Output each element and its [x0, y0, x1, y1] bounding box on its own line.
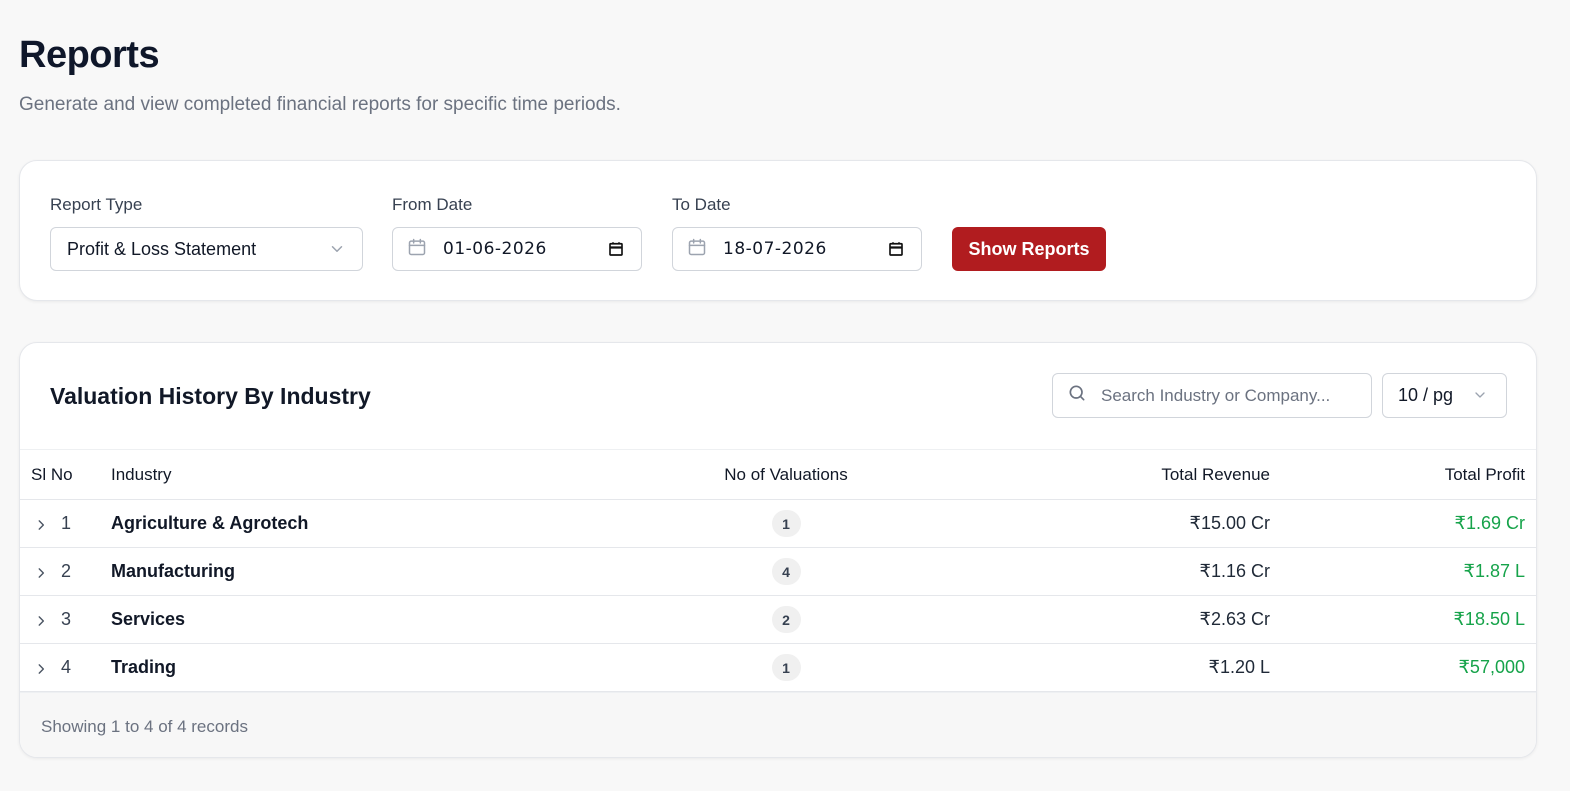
chevron-right-icon[interactable]	[34, 660, 48, 681]
table-row[interactable]: 3 Services 2 ₹2.63 Cr ₹18.50 L	[20, 596, 1536, 644]
records-summary: Showing 1 to 4 of 4 records	[41, 717, 248, 736]
from-date-input[interactable]: 01-06-2026	[392, 227, 642, 271]
row-industry: Agriculture & Agrotech	[111, 513, 309, 533]
search-field[interactable]	[1052, 373, 1372, 418]
chevron-down-icon	[1472, 387, 1488, 408]
count-badge: 4	[771, 558, 801, 585]
chevron-right-icon[interactable]	[34, 612, 48, 633]
page-title: Reports	[19, 34, 160, 76]
table-row[interactable]: 1 Agriculture & Agrotech 1 ₹15.00 Cr ₹1.…	[20, 500, 1536, 548]
chevron-right-icon[interactable]	[34, 516, 48, 537]
table-title: Valuation History By Industry	[50, 383, 371, 409]
page-size-value: 10 / pg	[1398, 385, 1454, 405]
from-date-label: From Date	[392, 195, 473, 214]
row-revenue: ₹15.00 Cr	[1189, 513, 1271, 533]
table-row[interactable]: 2 Manufacturing 4 ₹1.16 Cr ₹1.87 L	[20, 548, 1536, 596]
calendar-icon	[687, 237, 707, 262]
row-profit: ₹1.69 Cr	[1454, 513, 1525, 533]
row-valuations: 1	[640, 644, 932, 691]
col-profit: Total Profit	[1444, 464, 1525, 484]
row-valuations: 1	[640, 500, 932, 547]
row-valuations: 2	[640, 596, 932, 643]
row-sl-no: 2	[61, 561, 72, 581]
row-industry: Trading	[111, 657, 177, 677]
count-badge: 1	[771, 654, 801, 681]
row-valuations: 4	[640, 548, 932, 595]
row-revenue: ₹1.20 L	[1208, 657, 1271, 677]
row-sl-no: 4	[61, 657, 72, 677]
row-industry: Manufacturing	[111, 561, 235, 581]
row-profit: ₹1.87 L	[1463, 561, 1526, 581]
chevron-down-icon	[328, 240, 346, 263]
date-picker-icon[interactable]	[607, 240, 625, 263]
calendar-icon	[407, 237, 427, 262]
page-size-select[interactable]: 10 / pg	[1382, 373, 1507, 418]
count-badge: 1	[771, 510, 801, 537]
table-row[interactable]: 4 Trading 1 ₹1.20 L ₹57,000	[20, 644, 1536, 692]
row-industry: Services	[111, 609, 186, 629]
filter-card: Report Type Profit & Loss Statement From…	[19, 160, 1537, 301]
table-footer: Showing 1 to 4 of 4 records	[20, 692, 1536, 757]
row-profit: ₹18.50 L	[1453, 609, 1525, 629]
col-sl-no: Sl No	[31, 464, 73, 484]
col-industry: Industry	[111, 464, 172, 484]
page-subtitle: Generate and view completed financial re…	[19, 94, 621, 115]
valuation-table-card: Valuation History By Industry 10 / pg Sl…	[19, 342, 1537, 758]
chevron-right-icon[interactable]	[34, 564, 48, 585]
row-sl-no: 1	[61, 513, 72, 533]
table-header: Sl No Industry No of Valuations Total Re…	[20, 449, 1536, 500]
search-icon	[1067, 383, 1087, 408]
row-profit: ₹57,000	[1458, 657, 1525, 677]
date-picker-icon[interactable]	[887, 240, 905, 263]
col-revenue: Total Revenue	[1161, 464, 1270, 484]
row-revenue: ₹2.63 Cr	[1199, 609, 1270, 629]
to-date-input[interactable]: 18-07-2026	[672, 227, 922, 271]
show-reports-button[interactable]: Show Reports	[952, 227, 1106, 271]
report-type-select[interactable]: Profit & Loss Statement	[50, 227, 363, 271]
col-valuations: No of Valuations	[724, 464, 848, 484]
report-type-value: Profit & Loss Statement	[67, 238, 257, 259]
report-type-label: Report Type	[50, 195, 143, 214]
search-input[interactable]	[1101, 385, 1361, 406]
from-date-value: 01-06-2026	[443, 239, 547, 259]
row-sl-no: 3	[61, 609, 72, 629]
to-date-value: 18-07-2026	[723, 239, 827, 259]
to-date-label: To Date	[672, 195, 731, 214]
row-revenue: ₹1.16 Cr	[1199, 561, 1270, 581]
count-badge: 2	[771, 606, 801, 633]
